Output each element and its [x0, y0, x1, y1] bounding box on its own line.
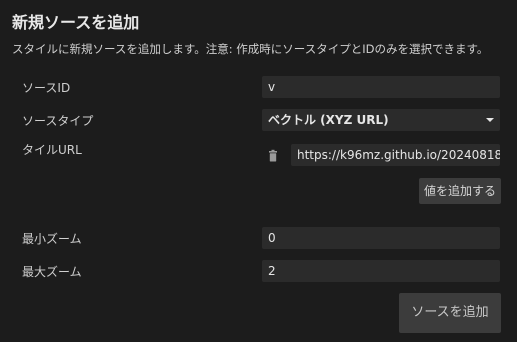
- tile-url-label: タイルURL: [22, 143, 82, 157]
- source-type-label: ソースタイプ: [22, 114, 94, 128]
- dialog-title: 新規ソースを追加: [12, 13, 140, 32]
- max-zoom-input[interactable]: 2: [262, 260, 500, 282]
- min-zoom-label: 最小ズーム: [22, 232, 82, 246]
- max-zoom-label: 最大ズーム: [22, 265, 82, 279]
- source-type-value: ベクトル (XYZ URL): [268, 113, 389, 127]
- source-id-label: ソースID: [22, 81, 71, 95]
- min-zoom-input[interactable]: 0: [262, 227, 500, 249]
- add-value-button[interactable]: 値を追加する: [419, 178, 501, 204]
- source-id-input[interactable]: v: [262, 76, 500, 98]
- dialog-description: スタイルに新規ソースを追加します。注意: 作成時にソースタイプとIDのみを選択で…: [12, 42, 489, 56]
- add-source-button[interactable]: ソースを追加: [399, 293, 501, 333]
- chevron-down-icon: [486, 118, 494, 122]
- tile-url-input[interactable]: https://k96mz.github.io/20240818Carto: [291, 144, 500, 166]
- trash-icon[interactable]: [266, 149, 280, 163]
- source-type-select[interactable]: ベクトル (XYZ URL): [262, 109, 500, 131]
